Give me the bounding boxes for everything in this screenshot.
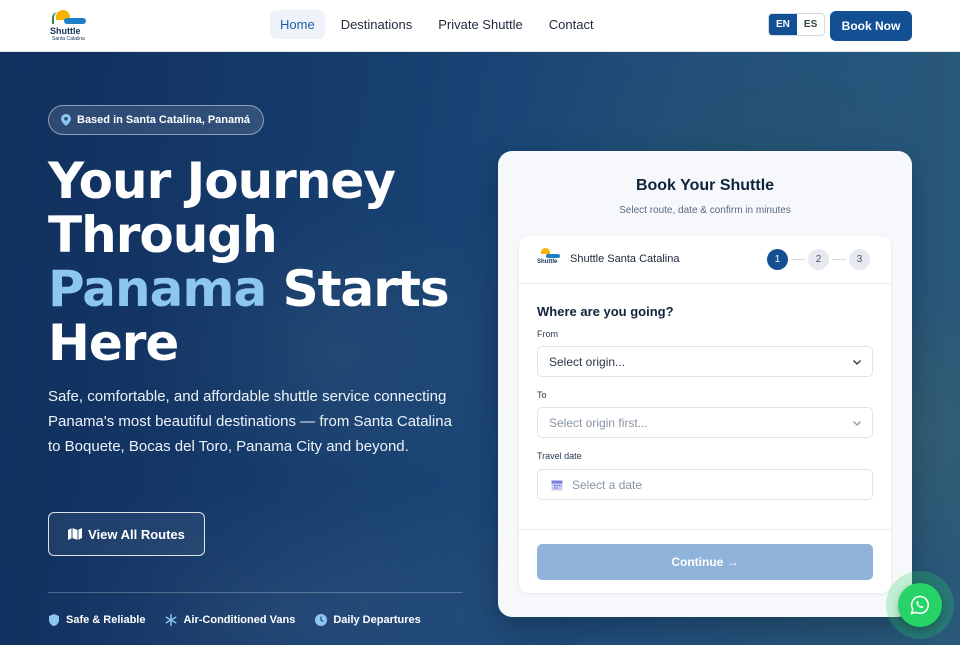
booking-question: Where are you going?	[537, 304, 674, 319]
view-all-routes-button[interactable]: View All Routes	[48, 512, 205, 556]
view-all-routes-label: View All Routes	[88, 526, 185, 542]
hero-title-line-4: Here	[48, 314, 179, 372]
booking-subtitle: Select route, date & confirm in minutes	[619, 205, 791, 216]
step-connector	[832, 259, 846, 260]
booking-logo: Shuttle	[536, 247, 562, 271]
nav-contact[interactable]: Contact	[539, 10, 604, 39]
logo-text: Shuttle	[50, 26, 81, 36]
feature-item: Air-Conditioned Vans	[165, 614, 295, 626]
location-badge-text: Based in Santa Catalina, Panamá	[77, 114, 251, 126]
booking-card: Book Your Shuttle Select route, date & c…	[498, 151, 912, 617]
shield-icon	[49, 614, 59, 626]
main-nav: Home Destinations Private Shuttle Contac…	[270, 10, 604, 39]
feature-item: Safe & Reliable	[48, 614, 145, 626]
chevron-down-icon	[853, 360, 861, 365]
location-badge: Based in Santa Catalina, Panamá	[48, 105, 265, 135]
travel-date-input[interactable]: Select a date	[537, 469, 873, 500]
destination-select[interactable]: Select origin first...	[537, 407, 873, 438]
feature-item: Daily Departures	[315, 614, 421, 626]
hero-divider	[48, 592, 463, 593]
booking-title: Book Your Shuttle	[635, 177, 775, 194]
whatsapp-icon	[910, 595, 930, 615]
nav-destinations[interactable]: Destinations	[331, 10, 423, 39]
step-2: 2	[808, 249, 829, 270]
destination-select-value: Select origin first...	[549, 415, 648, 430]
wave-icon	[546, 254, 560, 258]
booking-brand: Shuttle Santa Catalina	[570, 253, 680, 265]
logo-subtext: Santa Catalina	[52, 36, 85, 42]
clock-icon	[315, 614, 328, 626]
lang-en-button[interactable]: EN	[769, 14, 797, 35]
site-logo[interactable]: Shuttle Santa Catalina	[48, 8, 88, 44]
to-label: To	[537, 390, 547, 400]
origin-select[interactable]: Select origin...	[537, 346, 873, 377]
map-pin-icon	[61, 114, 71, 126]
feature-label: Safe & Reliable	[66, 614, 146, 626]
nav-private-shuttle[interactable]: Private Shuttle	[428, 10, 533, 39]
origin-select-value: Select origin...	[549, 354, 626, 369]
hero-title-line-3: Starts	[282, 260, 450, 318]
feature-label: Daily Departures	[333, 614, 421, 626]
calendar-icon	[551, 480, 563, 490]
whatsapp-button[interactable]	[898, 583, 942, 627]
hero-title-line-1: Your Journey	[48, 152, 396, 210]
hero-title: Your Journey Through Panama Starts Here	[48, 154, 488, 370]
step-1: 1	[767, 249, 788, 270]
feature-label: Air-Conditioned Vans	[183, 614, 296, 626]
hero-title-line-2: Through	[48, 206, 278, 264]
hero-description: Safe, comfortable, and affordable shuttl…	[48, 388, 452, 455]
step-3: 3	[849, 249, 870, 270]
travel-date-label: Travel date	[537, 451, 582, 461]
snowflake-icon	[165, 614, 178, 626]
continue-button[interactable]: Continue →	[537, 544, 873, 580]
booking-logo-text: Shuttle	[537, 259, 558, 265]
language-switcher: EN ES	[768, 13, 826, 36]
form-footer-divider	[519, 529, 891, 530]
step-connector	[791, 259, 805, 260]
feature-list: Safe & Reliable Air-Conditioned Vans Dai…	[48, 614, 421, 626]
travel-date-value: Select a date	[572, 477, 643, 492]
chevron-down-icon	[853, 421, 861, 426]
lang-es-button[interactable]: ES	[797, 14, 824, 35]
from-label: From	[537, 329, 558, 339]
nav-home[interactable]: Home	[270, 10, 325, 39]
site-header: Shuttle Santa Catalina Home Destinations…	[0, 0, 960, 52]
map-icon	[68, 528, 83, 540]
booking-form-header: Shuttle Shuttle Santa Catalina 1 2 3	[519, 236, 891, 284]
booking-form: Shuttle Shuttle Santa Catalina 1 2 3 Whe…	[519, 236, 891, 593]
wave-icon	[64, 18, 86, 24]
book-now-button[interactable]: Book Now	[830, 11, 912, 41]
hero-title-highlight: Panama	[48, 260, 267, 318]
step-indicator: 1 2 3	[767, 249, 870, 270]
